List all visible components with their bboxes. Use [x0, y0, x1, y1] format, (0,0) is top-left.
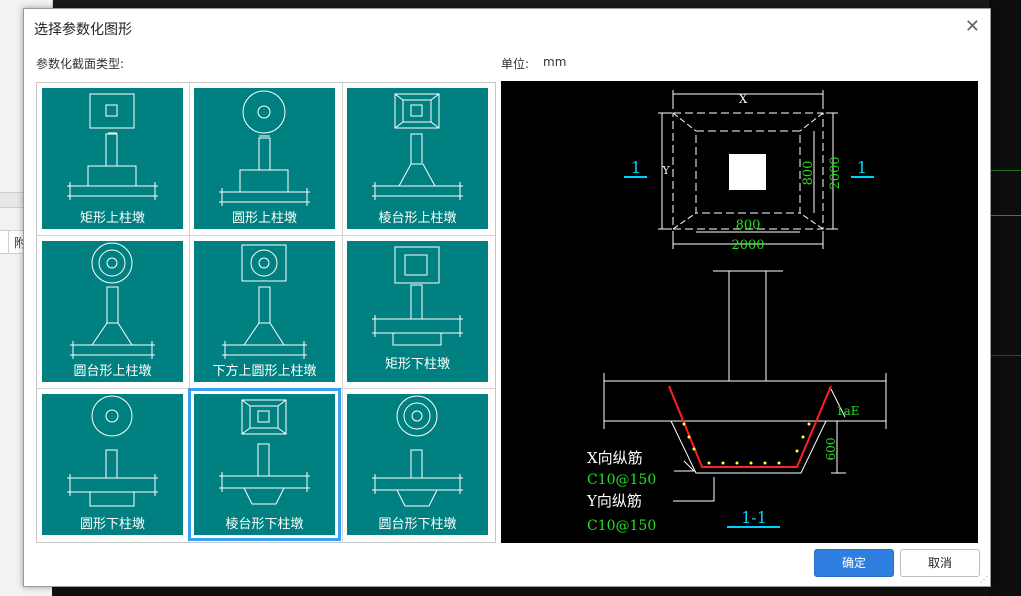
shape-tile-frustum-upper[interactable]: 棱台形上柱墩 — [347, 88, 488, 229]
unit-value: mm — [543, 55, 567, 69]
x-rebar-value: C10@150 — [587, 472, 656, 488]
unit-label: 单位: — [501, 57, 530, 71]
pier-detail-drawing: X Y 1 1 800 2000 800 2000 1aE 600 X向纵筋 C… — [586, 90, 887, 534]
rebar-dots — [682, 422, 811, 465]
background-panel-right — [989, 0, 1021, 596]
shape-label: 矩形上柱墩 — [79, 211, 145, 226]
dim-800-side: 800 — [801, 161, 816, 186]
dim-800-bottom: 800 — [736, 218, 761, 233]
dim-2000-bottom: 2000 — [731, 238, 764, 253]
shape-label: 棱台形下柱墩 — [225, 517, 304, 532]
section-title: 1-1 — [741, 508, 767, 527]
shape-label: 圆形下柱墩 — [79, 517, 145, 532]
close-icon[interactable]: ✕ — [965, 18, 980, 36]
shape-label: 下方上圆形上柱墩 — [212, 364, 317, 379]
shape-tile-frustum-lower[interactable]: 棱台形下柱墩 — [188, 388, 341, 541]
y-rebar-value: C10@150 — [587, 518, 656, 534]
section-mark-left: 1 — [631, 158, 641, 177]
shape-tile-cone-upper[interactable]: 圆台形上柱墩 — [42, 241, 183, 382]
dim-y-label: Y — [661, 164, 670, 177]
shape-label: 圆形上柱墩 — [231, 211, 297, 226]
section-view — [603, 270, 887, 528]
column-plan-block — [729, 154, 766, 190]
dim-1ae: 1aE — [836, 404, 860, 418]
parametric-shape-dialog: 选择参数化图形 ✕ 参数化截面类型: 单位: mm 矩形上柱墩 圆形上柱墩 棱台… — [23, 8, 991, 587]
resize-grip-icon[interactable]: ⋰ — [980, 575, 988, 584]
shape-tile-rect-lower[interactable]: 矩形下柱墩 — [347, 241, 488, 382]
background-panel-bottom — [52, 586, 989, 596]
shape-label: 矩形下柱墩 — [384, 357, 450, 372]
shape-tile-cone-lower[interactable]: 圆台形下柱墩 — [347, 394, 488, 535]
cancel-button[interactable]: 取消 — [900, 549, 980, 577]
shape-tile-rect-upper[interactable]: 矩形上柱墩 — [42, 88, 183, 229]
x-rebar-label: X向纵筋 — [587, 449, 643, 467]
shape-tile-circle-lower[interactable]: 圆形下柱墩 — [42, 394, 183, 535]
shape-label: 圆台形上柱墩 — [73, 364, 152, 379]
shape-tile-square-circle-upper[interactable]: 下方上圆形上柱墩 — [194, 241, 335, 382]
dim-2000-side: 2000 — [828, 156, 843, 189]
shape-label: 圆台形下柱墩 — [378, 517, 457, 532]
dim-600: 600 — [824, 438, 838, 461]
y-rebar-label: Y向纵筋 — [586, 492, 642, 510]
shape-gallery: 矩形上柱墩 圆形上柱墩 棱台形上柱墩 圆台形上柱墩 下方上圆形上柱墩 矩形下柱墩… — [36, 82, 496, 543]
shape-tile-circle-upper[interactable]: 圆形上柱墩 — [194, 88, 335, 229]
section-type-label: 参数化截面类型: — [36, 57, 125, 71]
shape-label: 棱台形上柱墩 — [378, 211, 457, 226]
ok-button[interactable]: 确定 — [814, 549, 894, 577]
dialog-title: 选择参数化图形 — [34, 22, 132, 38]
rebar-line — [668, 385, 832, 468]
section-mark-right: 1 — [857, 158, 867, 177]
dim-x-label: X — [739, 92, 748, 106]
shape-preview-canvas: X Y 1 1 800 2000 800 2000 1aE 600 X向纵筋 C… — [501, 81, 978, 543]
